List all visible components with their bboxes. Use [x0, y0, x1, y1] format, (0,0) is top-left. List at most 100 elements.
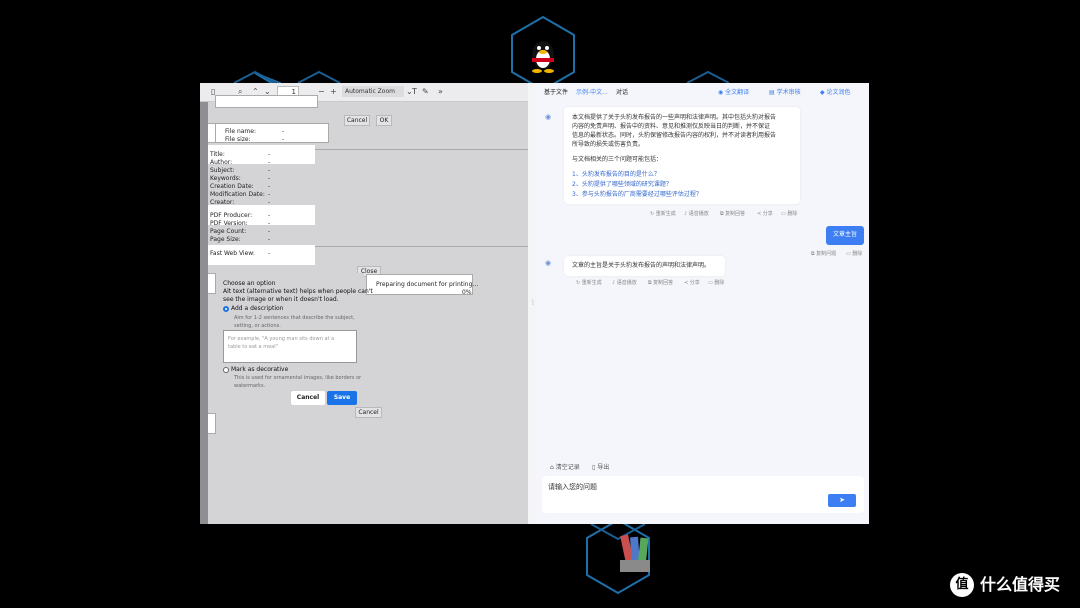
bot-message-2: 文章的主旨是关于头豹发布报告的声明和法律声明。: [564, 256, 725, 276]
clear-history-button[interactable]: ⌂ 清空记录: [550, 464, 580, 471]
file-name-link[interactable]: 示例-中文...: [576, 89, 608, 97]
add-description-radio[interactable]: [223, 306, 229, 312]
mark-decorative-label: Mark as decorative: [231, 366, 289, 373]
delete-button[interactable]: ▭ 删除: [708, 280, 724, 287]
chat-panel: 基于文件 示例-中文... 对话 ◉ 全文翻译 ▤ 学术审核 ◆ 论文润色 ◉ …: [536, 83, 869, 524]
message-text: 文章的主旨是关于头豹发布报告的声明和法律声明。: [572, 262, 711, 269]
text-tool-icon[interactable]: T: [412, 86, 417, 98]
copy-icon: ⧉: [648, 280, 652, 286]
graduation-cap-icon: ◆: [820, 89, 825, 96]
delete-label: 删除: [787, 211, 798, 217]
bottom-cancel-button[interactable]: Cancel: [355, 407, 382, 418]
left-edge-card: [208, 273, 216, 294]
trash-icon: ▭: [846, 251, 851, 257]
watermark-logo-icon: 值: [950, 573, 974, 597]
option1-hint-2: setting, or actions.: [234, 323, 281, 329]
copy-answer-label: 复制回答: [725, 211, 746, 217]
prop-value: -: [268, 220, 271, 227]
suggested-question[interactable]: 3、参与头豹报告的厂商需要经过哪些评估过程？: [572, 191, 702, 199]
voice-play-label: 语音播放: [688, 211, 709, 217]
speaker-icon: ♪: [612, 280, 616, 286]
pane-divider[interactable]: ⋮: [528, 83, 536, 524]
question-input[interactable]: 请输入您的问题 ➤: [542, 476, 864, 513]
prop-label: Keywords:: [210, 175, 241, 182]
copy-question-button[interactable]: ⧉ 复制问题: [811, 251, 836, 258]
prop-value: -: [268, 167, 271, 174]
prop-label: Fast Web View:: [210, 250, 255, 257]
copy-icon: ⧉: [811, 251, 815, 257]
delete-label: 删除: [714, 280, 725, 286]
top-ok-button[interactable]: OK: [376, 115, 392, 126]
prop-label: PDF Producer:: [210, 212, 253, 219]
bot-avatar-icon: ◉: [545, 259, 552, 267]
input-placeholder: 请输入您的问题: [548, 483, 597, 491]
option2-hint-2: watermarks.: [234, 383, 266, 389]
watermark-text: 什么值得买: [980, 575, 1061, 594]
speaker-icon: ♪: [684, 211, 688, 217]
copy-answer-button[interactable]: ⧉ 复制回答: [720, 211, 745, 218]
prop-label: Creation Date:: [210, 183, 254, 190]
suggested-question[interactable]: 1、头豹发布报告的目的是什么？: [572, 171, 660, 179]
voice-play-button[interactable]: ♪ 语音播放: [684, 211, 709, 218]
penguin-icon: [532, 41, 554, 73]
prop-label: Creator:: [210, 199, 235, 206]
zoom-in-icon[interactable]: +: [330, 86, 337, 98]
books-icon: [620, 534, 650, 572]
top-cancel-button[interactable]: Cancel: [344, 115, 370, 126]
regenerate-button[interactable]: ↻ 重新生成: [650, 211, 676, 218]
send-button[interactable]: ➤: [828, 494, 856, 507]
zoom-out-icon[interactable]: −: [318, 86, 325, 98]
regenerate-label: 重新生成: [581, 280, 602, 286]
prop-value: -: [268, 175, 271, 182]
dialog-save-button[interactable]: Save: [327, 391, 357, 405]
message-line: 信息的最新状态。同时，头豹保留修改报告内容的权利，并不对读者利用报告: [572, 132, 777, 139]
dialog-cancel-button[interactable]: Cancel: [291, 391, 325, 405]
mark-decorative-radio[interactable]: [223, 367, 229, 373]
copy-icon: ⧉: [720, 211, 724, 217]
copy-answer-button[interactable]: ⧉ 复制回答: [648, 280, 673, 287]
broom-icon: ⌂: [550, 464, 554, 471]
share-label: 分享: [762, 211, 773, 217]
paper-polish-button[interactable]: ◆ 论文润色: [820, 89, 851, 97]
export-button[interactable]: ▯ 导出: [592, 464, 609, 471]
voice-play-label: 语音播放: [616, 280, 637, 286]
prop-value: -: [268, 212, 271, 219]
prop-value: -: [268, 191, 271, 198]
delete-question-button[interactable]: ▭ 删除: [846, 251, 862, 258]
delete-question-label: 删除: [852, 251, 863, 257]
file-size-value: -: [282, 136, 285, 143]
suggested-question[interactable]: 2、头豹提供了哪些领域的研究课题？: [572, 181, 672, 189]
delete-button[interactable]: ▭ 删除: [781, 211, 797, 218]
option2-hint-1: This is used for ornamental images, like…: [234, 375, 362, 381]
prop-label: Modification Date:: [210, 191, 265, 198]
printing-card: Preparing document for printing… 0%: [366, 274, 478, 296]
more-tools-icon[interactable]: »: [438, 86, 443, 98]
dialog-desc-1: Alt text (alternative text) helps when p…: [223, 288, 373, 295]
file-name-label: File name:: [225, 128, 256, 135]
prop-label: Page Count:: [210, 228, 247, 235]
refresh-icon: ↻: [650, 211, 655, 217]
full-translate-button[interactable]: ◉ 全文翻译: [718, 89, 749, 97]
trash-icon: ▭: [781, 211, 786, 217]
regenerate-label: 重新生成: [655, 211, 676, 217]
review-icon: ▤: [769, 89, 775, 96]
zoom-select[interactable]: Automatic Zoom: [342, 86, 404, 97]
chat-header: 基于文件 示例-中文... 对话 ◉ 全文翻译 ▤ 学术审核 ◆ 论文润色: [536, 83, 869, 103]
share-button[interactable]: ≺ 分享: [757, 211, 773, 218]
draw-tool-icon[interactable]: ✎: [422, 86, 429, 98]
voice-play-button[interactable]: ♪ 语音播放: [612, 280, 637, 287]
academic-review-button[interactable]: ▤ 学术审核: [769, 89, 801, 97]
bot-avatar-icon: ◉: [545, 113, 552, 121]
prop-label: Title:: [210, 151, 225, 158]
description-textarea[interactable]: For example, "A young man sits down at a…: [223, 330, 357, 363]
file-card-edge: [208, 123, 216, 143]
copy-question-label: 复制问题: [816, 251, 837, 257]
user-message: 文章主旨: [826, 226, 864, 245]
file-name-value: -: [282, 128, 285, 135]
bot-message-1: 本文档提供了关于头豹发布报告的一些声明和法律声明。其中包括头豹对报告 内容的免责…: [564, 107, 800, 204]
prop-value: -: [268, 236, 271, 243]
regenerate-button[interactable]: ↻ 重新生成: [576, 280, 602, 287]
prop-value: -: [268, 250, 271, 257]
share-button[interactable]: ≺ 分享: [684, 280, 700, 287]
printing-percent: 0%: [462, 289, 472, 296]
